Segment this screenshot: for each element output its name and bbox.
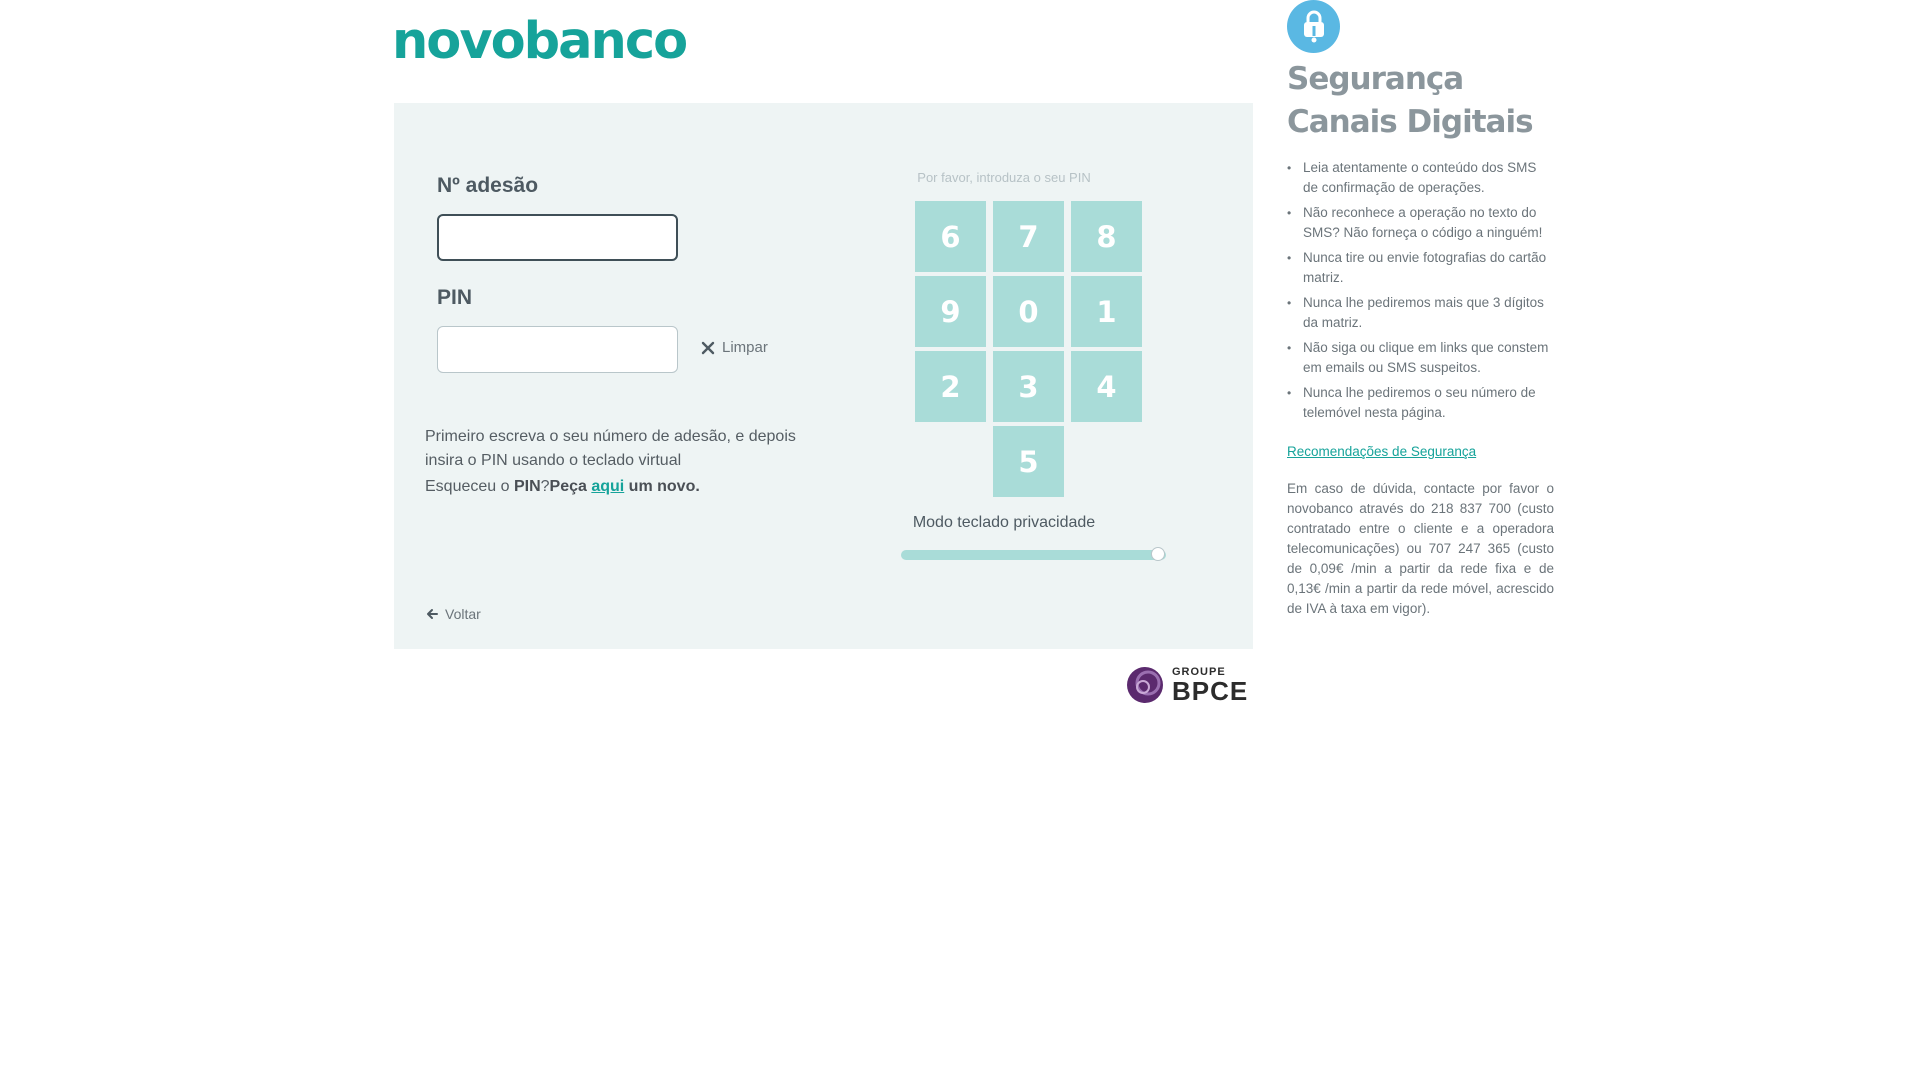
pin-prompt: Por favor, introduza o seu PIN — [917, 170, 1091, 185]
close-icon — [701, 341, 715, 354]
keypad-key[interactable]: 0 — [993, 276, 1064, 347]
login-panel: Nº adesão PIN Limpar Primeiro escreva o … — [394, 103, 1253, 649]
forgot-pin-link[interactable]: aqui — [591, 478, 624, 495]
list-item: Não reconhece a operação no texto do SMS… — [1287, 203, 1554, 243]
keypad-key[interactable]: 1 — [1071, 276, 1142, 347]
forgot-ask: Peça — [549, 478, 592, 495]
back-label: Voltar — [445, 606, 481, 622]
keypad-key[interactable]: 8 — [1071, 201, 1142, 272]
slider-thumb[interactable] — [1151, 547, 1166, 561]
help-text: Primeiro escreva o seu número de adesão,… — [425, 428, 796, 469]
forgot-pin: PIN — [513, 478, 541, 495]
forgot-prefix: Esqueceu o — [425, 478, 514, 495]
security-title: Segurança Canais Digitais — [1287, 61, 1534, 140]
clear-label: Limpar — [722, 339, 768, 356]
keypad-key[interactable]: 9 — [915, 276, 986, 347]
pin-label: PIN — [437, 286, 473, 309]
privacy-mode-slider[interactable] — [901, 547, 1166, 561]
forgot-suffix: um novo. — [624, 478, 700, 495]
keypad-key[interactable]: 2 — [915, 351, 986, 422]
adesao-label: Nº adesão — [437, 174, 539, 197]
contact-text: Em caso de dúvida, contacte por favor o … — [1287, 481, 1554, 616]
privacy-mode-label: Modo teclado privacidade — [912, 514, 1096, 531]
bpce-swirl-icon — [1127, 667, 1163, 703]
keypad-key[interactable]: 5 — [993, 426, 1064, 497]
keypad-key[interactable]: 4 — [1071, 351, 1142, 422]
adesao-input[interactable] — [437, 214, 678, 261]
lock-icon — [1287, 0, 1340, 53]
list-item: Nunca lhe pediremos mais que 3 dígitos d… — [1287, 293, 1554, 333]
forgot-pin-text: Esqueceu o PIN?Peça aqui um novo. — [425, 478, 700, 496]
list-item: Nunca lhe pediremos o seu número de tele… — [1287, 383, 1554, 423]
keypad-key[interactable]: 3 — [993, 351, 1064, 422]
arrow-left-icon — [427, 609, 438, 619]
keypad-key[interactable]: 7 — [993, 201, 1064, 272]
clear-button[interactable]: Limpar — [700, 339, 768, 356]
list-item: Leia atentamente o conteúdo dos SMS de c… — [1287, 158, 1554, 198]
novobanco-logo[interactable]: novobanco — [392, 12, 688, 71]
pin-input[interactable] — [437, 326, 678, 373]
keypad-key[interactable]: 6 — [915, 201, 986, 272]
forgot-q: ? — [540, 478, 550, 495]
back-button[interactable]: Voltar — [425, 606, 481, 622]
bpce-text: BPCE — [1172, 675, 1249, 706]
security-tips-list: Leia atentamente o conteúdo dos SMS de c… — [1287, 158, 1554, 423]
list-item: Nunca tire ou envie fotografias do cartã… — [1287, 248, 1554, 288]
list-item: Não siga ou clique em links que constem … — [1287, 338, 1554, 378]
groupe-bpce-logo: GROUPE BPCE — [1126, 666, 1248, 704]
security-sidebar: Segurança Canais Digitais Leia atentamen… — [1287, 0, 1554, 619]
security-recommendations-link[interactable]: Recomendações de Segurança — [1287, 444, 1476, 459]
